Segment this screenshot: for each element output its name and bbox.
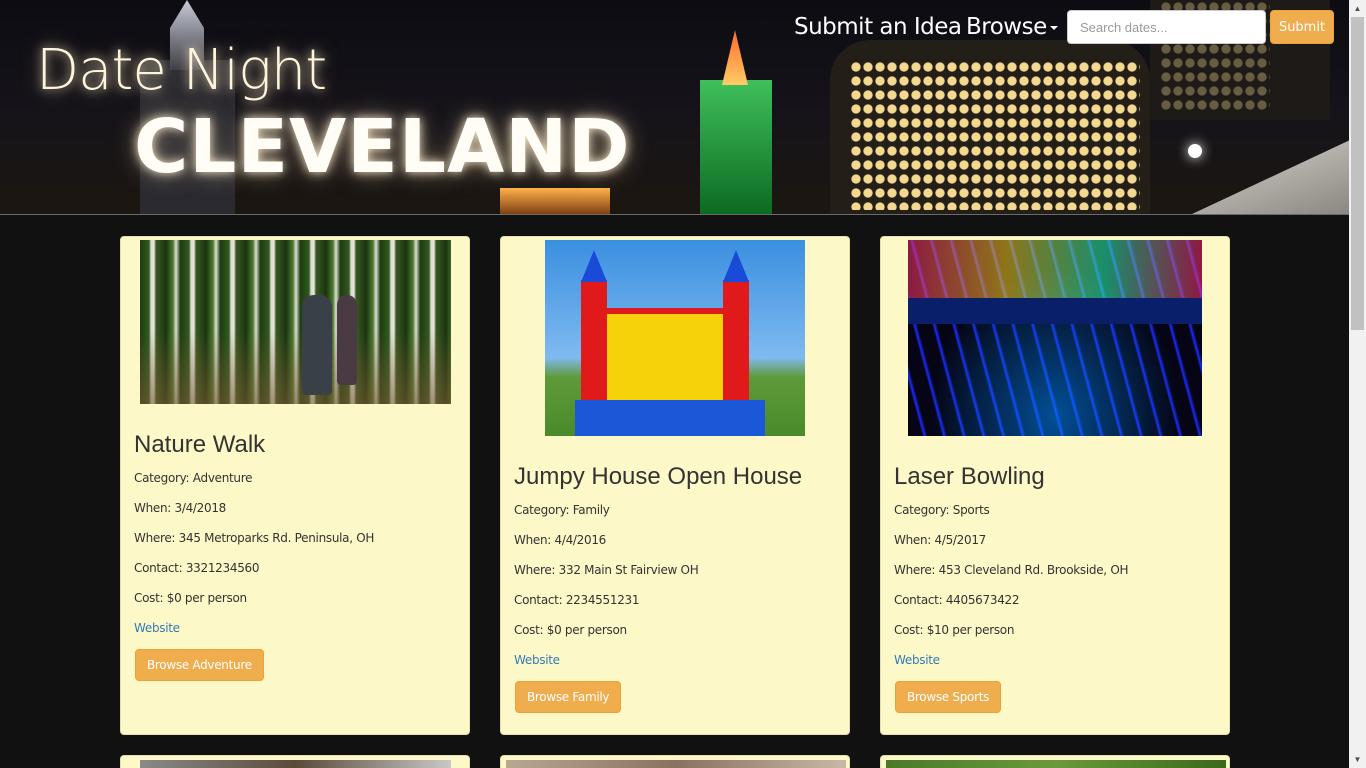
event-title: Jumpy House Open House [514, 463, 803, 490]
event-website-link[interactable]: Website [894, 653, 940, 667]
event-contact: Contact: 3321234560 [134, 561, 260, 575]
event-where: Where: 453 Cleveland Rd. Brookside, OH [894, 563, 1129, 577]
event-card-partial [880, 755, 1230, 768]
event-where: Where: 345 Metroparks Rd. Peninsula, OH [134, 531, 375, 545]
brand-city: CLEVELAND [134, 104, 631, 190]
event-image [140, 760, 451, 768]
scroll-up-arrow-icon[interactable]: ▲ [1349, 0, 1366, 17]
header-banner: Date Night CLEVELAND Submit an Idea Brow… [0, 0, 1349, 215]
search-input[interactable] [1067, 10, 1266, 44]
event-image-bounce-castle [545, 240, 805, 436]
event-image-forest [140, 240, 451, 404]
event-card-nature-walk: Nature Walk Category: Adventure When: 3/… [120, 236, 470, 735]
scroll-thumb[interactable] [1351, 17, 1364, 330]
event-image [506, 760, 846, 768]
nav-submit-idea[interactable]: Submit an Idea [794, 10, 962, 44]
event-website-link[interactable]: Website [134, 621, 180, 635]
event-contact: Contact: 2234551231 [514, 593, 640, 607]
event-card-partial [120, 755, 470, 768]
event-card-jumpy-house: Jumpy House Open House Category: Family … [500, 236, 850, 735]
event-where: Where: 332 Main St Fairview OH [514, 563, 699, 577]
event-when: When: 3/4/2018 [134, 501, 227, 515]
event-cost: Cost: $0 per person [134, 591, 247, 605]
event-cost: Cost: $0 per person [514, 623, 627, 637]
event-image [886, 760, 1226, 768]
browse-sports-button[interactable]: Browse Sports [895, 681, 1002, 713]
event-card-laser-bowling: Laser Bowling Category: Sports When: 4/5… [880, 236, 1230, 735]
event-category: Category: Family [514, 503, 610, 517]
browse-adventure-button[interactable]: Browse Adventure [135, 649, 264, 681]
event-title: Nature Walk [134, 431, 266, 458]
event-title: Laser Bowling [894, 463, 1045, 490]
event-category: Category: Adventure [134, 471, 253, 485]
nav-browse-label: Browse [966, 14, 1047, 40]
event-when: When: 4/5/2017 [894, 533, 987, 547]
event-card-partial [500, 755, 850, 768]
event-contact: Contact: 4405673422 [894, 593, 1020, 607]
scroll-down-arrow-icon[interactable]: ▼ [1349, 751, 1366, 768]
event-category: Category: Sports [894, 503, 990, 517]
event-website-link[interactable]: Website [514, 653, 560, 667]
nav-browse-dropdown[interactable]: Browse [966, 10, 1058, 44]
browse-family-button[interactable]: Browse Family [515, 681, 622, 713]
search-submit-button[interactable]: Submit [1270, 10, 1334, 44]
event-when: When: 4/4/2016 [514, 533, 607, 547]
brand-title: Date Night [36, 38, 327, 103]
caret-down-icon [1049, 25, 1058, 30]
event-cost: Cost: $10 per person [894, 623, 1015, 637]
page-scrollbar[interactable]: ▲ ▼ [1349, 0, 1366, 768]
event-image-neon-bowling [908, 240, 1202, 436]
